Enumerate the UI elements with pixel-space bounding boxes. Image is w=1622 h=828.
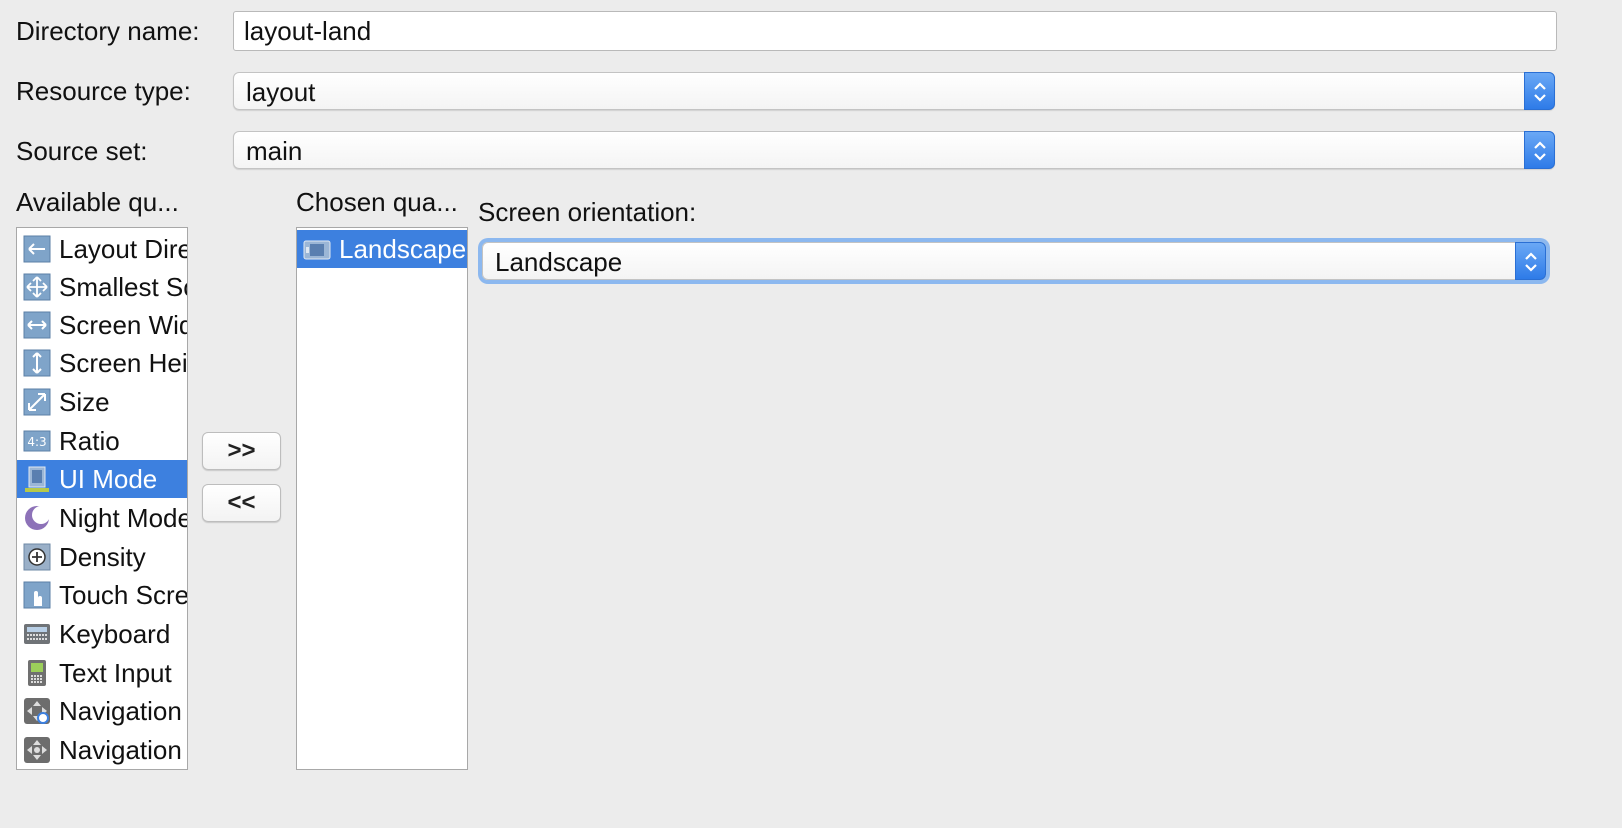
list-item-label: Night Mode xyxy=(59,503,188,533)
list-item-label: Navigation Method xyxy=(59,735,187,765)
source-set-value: main xyxy=(246,136,303,166)
navigation-state-icon xyxy=(23,697,51,725)
list-item-label: Screen Width xyxy=(59,310,187,340)
resource-type-label: Resource type: xyxy=(16,76,191,106)
list-item-night-mode[interactable]: Night Mode xyxy=(17,499,188,537)
list-item-screen-width[interactable]: Screen Width xyxy=(17,306,187,344)
ui-mode-icon xyxy=(23,465,51,493)
source-set-select[interactable]: main xyxy=(233,131,1555,169)
list-item-navigation-state[interactable]: Navigation State xyxy=(17,692,187,730)
list-item-keyboard[interactable]: Keyboard xyxy=(17,615,187,653)
screen-orientation-label: Screen orientation: xyxy=(478,197,697,227)
list-item-screen-height[interactable]: Screen Height xyxy=(17,344,188,382)
directory-name-input[interactable] xyxy=(234,12,1556,50)
ratio-icon: 4:3 xyxy=(23,427,51,455)
list-item-ui-mode[interactable]: UI Mode xyxy=(17,460,187,498)
text-input-icon xyxy=(23,659,51,687)
add-qualifier-button[interactable]: >> xyxy=(202,432,281,470)
remove-qualifier-button[interactable]: << xyxy=(202,484,281,522)
list-item-label: Screen Height xyxy=(59,348,188,378)
list-item-density[interactable]: Density xyxy=(17,538,187,576)
list-item-size[interactable]: Size xyxy=(17,383,187,421)
navigation-method-icon xyxy=(23,736,51,764)
list-item-layout-direction[interactable]: Layout Direction xyxy=(17,230,188,268)
list-item-label: Smallest Screen Width xyxy=(59,272,187,302)
available-qualifiers-label: Available qu... xyxy=(16,187,179,217)
screen-orientation-value: Landscape xyxy=(495,247,623,277)
screen-orientation-select[interactable]: Landscape xyxy=(482,242,1546,280)
size-icon xyxy=(23,388,51,416)
chosen-item-landscape[interactable]: Landscape xyxy=(297,230,467,268)
night-mode-icon xyxy=(23,504,51,532)
density-icon xyxy=(23,543,51,571)
directory-name-label: Directory name: xyxy=(16,16,200,46)
resource-type-value: layout xyxy=(246,77,316,107)
list-item-label: Text Input xyxy=(59,658,172,688)
list-item-label: Ratio xyxy=(59,426,120,456)
list-item-label: Navigation State xyxy=(59,696,187,726)
resource-type-dropdown-icon[interactable] xyxy=(1524,72,1555,110)
list-item-navigation-method[interactable]: Navigation Method xyxy=(17,731,187,769)
chosen-qualifiers-list[interactable]: Landscape xyxy=(296,227,468,770)
list-item-ratio[interactable]: 4:3 Ratio xyxy=(17,422,187,460)
available-qualifiers-list[interactable]: Layout Direction Smallest Screen Width S… xyxy=(16,227,188,770)
source-set-label: Source set: xyxy=(16,136,148,166)
resource-type-select[interactable]: layout xyxy=(233,72,1555,110)
list-item-text-input[interactable]: Text Input xyxy=(17,654,187,692)
list-item-label: Density xyxy=(59,542,146,572)
list-item-smallest-screen-width[interactable]: Smallest Screen Width xyxy=(17,268,187,306)
list-item-label: Layout Direction xyxy=(59,234,188,264)
list-item-label: Touch Screen xyxy=(59,580,188,610)
layout-direction-icon xyxy=(23,235,51,263)
list-item-label: Keyboard xyxy=(59,619,171,649)
source-set-dropdown-icon[interactable] xyxy=(1524,131,1555,169)
list-item-touch-screen[interactable]: Touch Screen xyxy=(17,576,188,614)
screen-orientation-dropdown-icon[interactable] xyxy=(1515,242,1546,280)
screen-width-icon xyxy=(23,311,51,339)
smallest-screen-width-icon xyxy=(23,273,51,301)
list-item-label: Landscape xyxy=(339,234,467,264)
directory-name-field[interactable] xyxy=(233,11,1557,51)
screen-height-icon xyxy=(23,349,51,377)
list-item-label: UI Mode xyxy=(59,464,158,494)
svg-text:4:3: 4:3 xyxy=(27,435,46,449)
list-item-label: Size xyxy=(59,387,110,417)
touch-screen-icon xyxy=(23,581,51,609)
chosen-qualifiers-label: Chosen qua... xyxy=(296,187,458,217)
keyboard-icon xyxy=(23,620,51,648)
landscape-orientation-icon xyxy=(303,235,331,263)
